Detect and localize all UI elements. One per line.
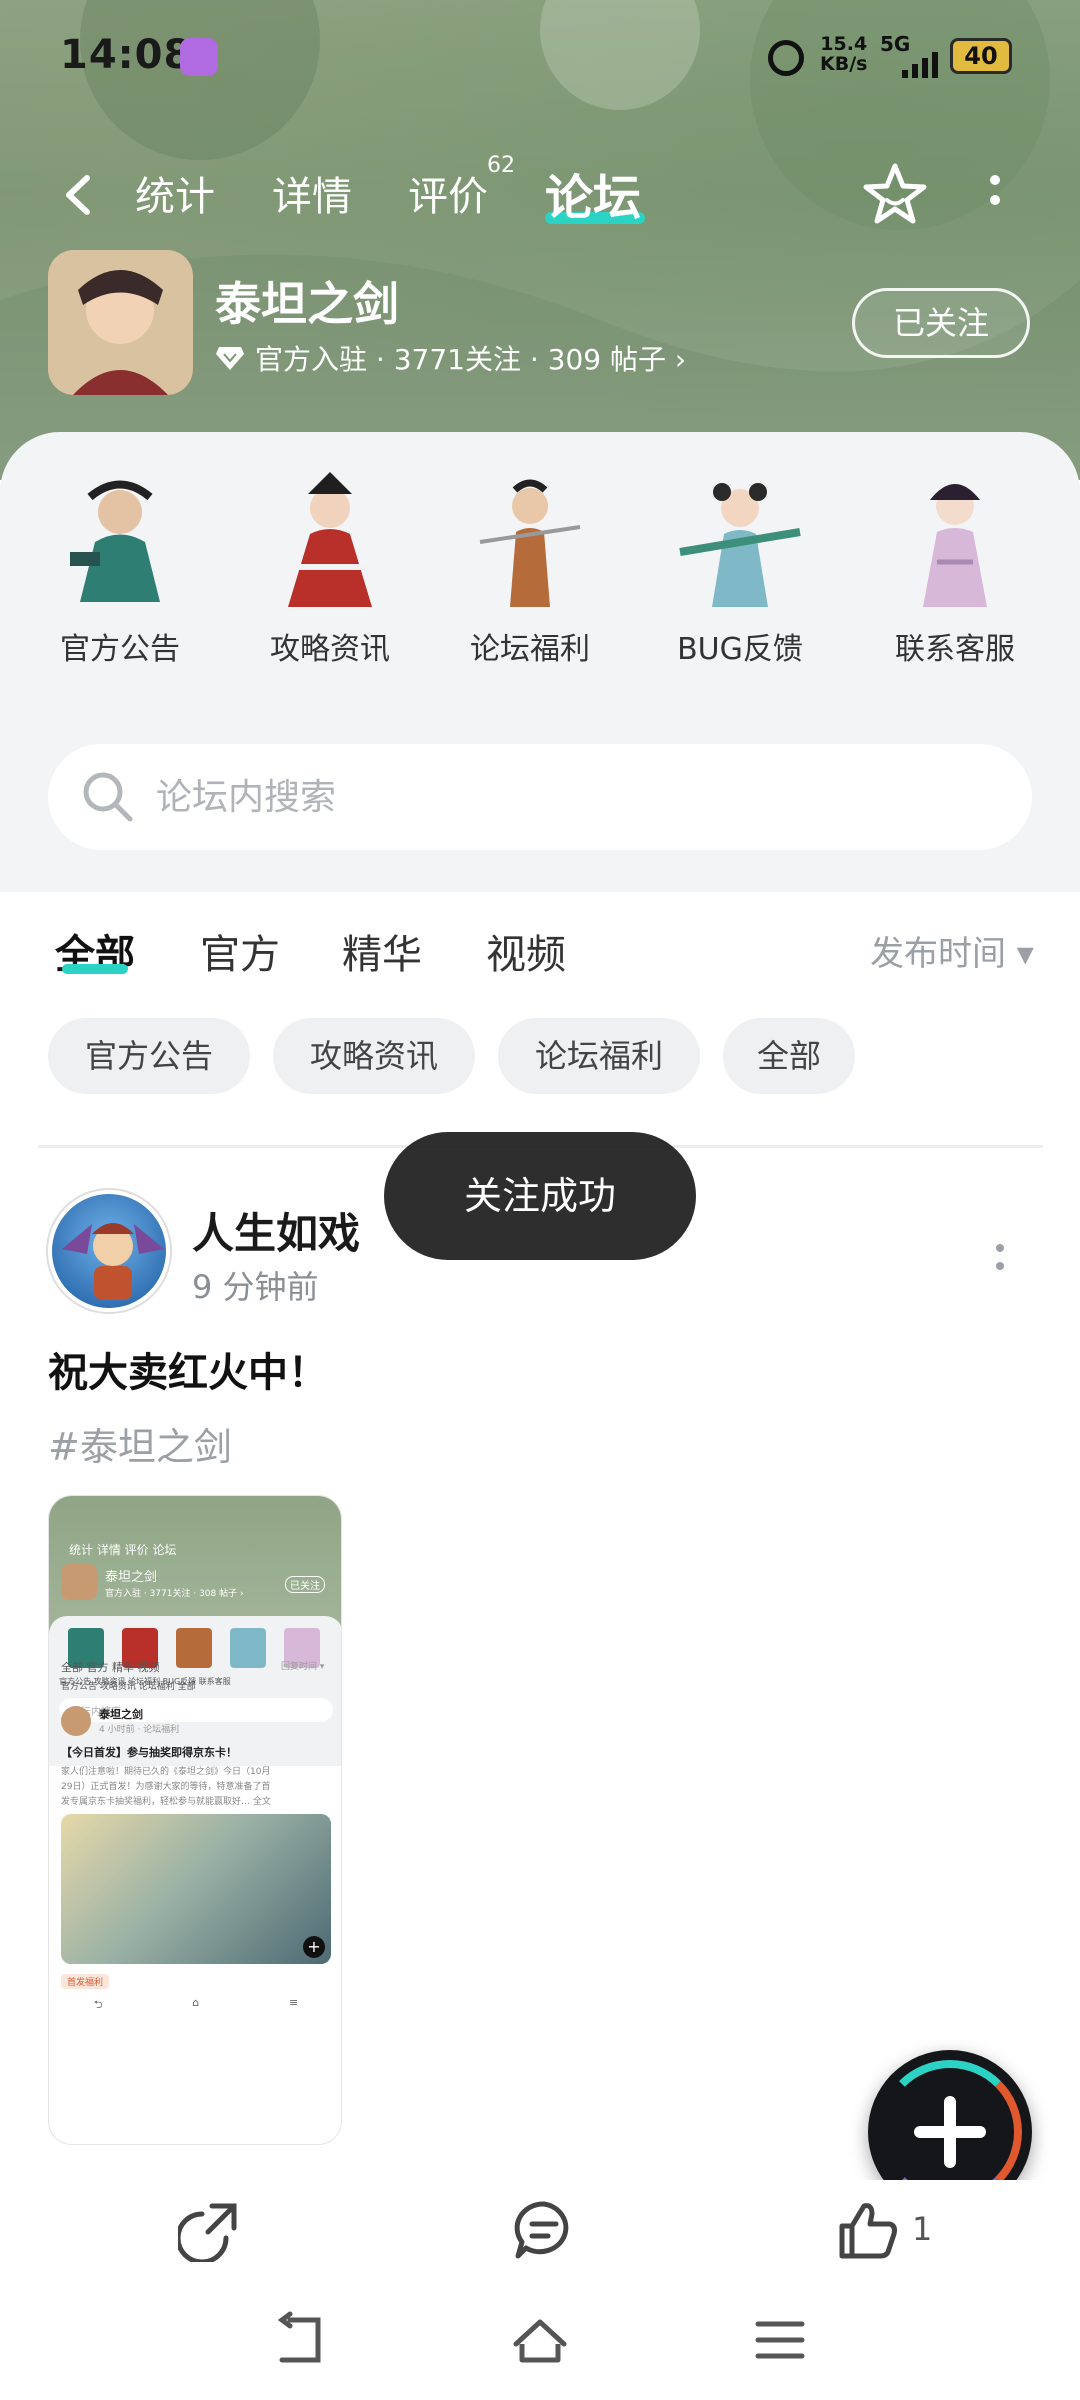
chip-announcements[interactable]: 官方公告: [48, 1018, 250, 1094]
filter-active-indicator: [62, 964, 128, 974]
sort-dropdown[interactable]: 发布时间 ▾: [870, 926, 1034, 975]
post-author[interactable]: 人生如戏: [192, 1200, 360, 1261]
like-icon[interactable]: [836, 2198, 900, 2262]
top-nav: 统计 详情 评价 62 论坛: [0, 150, 1080, 240]
status-bar: 14:08 15.4 KB/s 5G 40: [0, 0, 1080, 110]
toast-notification: 关注成功: [384, 1132, 696, 1260]
tab-details[interactable]: 详情: [272, 164, 352, 222]
game-meta[interactable]: 官方入驻 · 3771关注 · 309 帖子 ›: [215, 338, 686, 378]
signal-icon: [902, 52, 938, 78]
search-input[interactable]: [156, 768, 976, 826]
system-back-icon[interactable]: [270, 2310, 330, 2370]
system-home-icon[interactable]: [510, 2310, 570, 2370]
forum-post[interactable]: 人生如戏 9 分钟前 祝大卖红火中！ #泰坦之剑 统计 详情 评价 论坛 泰坦之…: [0, 1160, 1080, 2160]
category-announcements[interactable]: 官方公告: [30, 462, 210, 692]
avatar[interactable]: [48, 1190, 170, 1312]
forum-panel: 官方公告 攻略资讯 论坛福利 BUG反馈 联系客服 论坛内搜索: [0, 432, 1080, 892]
game-title: 泰坦之剑: [215, 277, 399, 331]
back-icon[interactable]: [55, 170, 105, 220]
character-art-icon: [923, 484, 987, 607]
category-guides[interactable]: 攻略资讯: [240, 462, 420, 692]
post-title[interactable]: 祝大卖红火中！: [48, 1340, 328, 1398]
game-banner: 14:08 15.4 KB/s 5G 40 统计 详情 评价 62 论坛 泰坦之…: [0, 0, 1080, 480]
character-art-icon: [479, 479, 581, 607]
post-action-bar: 1: [0, 2180, 1080, 2280]
filter-tab-official[interactable]: 官方: [200, 922, 280, 980]
post-more-icon[interactable]: [990, 1238, 1010, 1278]
search-icon: [83, 772, 133, 822]
chip-all[interactable]: 全部: [723, 1018, 855, 1094]
post-image-thumbnail[interactable]: 统计 详情 评价 论坛 泰坦之剑 官方入驻 · 3771关注 · 308 帖子 …: [48, 1495, 342, 2145]
character-art-icon: [679, 483, 801, 607]
filter-tab-video[interactable]: 视频: [486, 922, 566, 980]
reviews-count-badge: 62: [487, 153, 515, 178]
character-art-icon: [70, 480, 160, 602]
network-speed: 15.4 KB/s: [820, 33, 868, 75]
character-art-icon: [288, 472, 372, 607]
official-diamond-icon: [216, 347, 244, 370]
category-welfare[interactable]: 论坛福利: [440, 462, 620, 692]
like-count: 1: [912, 2210, 933, 2248]
category-bug-report[interactable]: BUG反馈: [650, 462, 830, 692]
forum-search-bar[interactable]: [48, 744, 1032, 850]
post-time: 9 分钟前: [192, 1268, 319, 1306]
post-topic-tag[interactable]: #泰坦之剑: [48, 1416, 232, 1471]
category-contact-service[interactable]: 联系客服: [865, 462, 1045, 692]
filter-section: 全部 官方 精华 视频 发布时间 ▾ 官方公告 攻略资讯 论坛福利 全部: [0, 892, 1080, 1142]
tab-forum[interactable]: 论坛: [545, 158, 641, 228]
system-nav-bar: [0, 2280, 1080, 2400]
tab-reviews[interactable]: 评价: [408, 164, 488, 222]
follow-button[interactable]: 已关注: [852, 288, 1030, 358]
favorite-star-icon[interactable]: [860, 160, 930, 230]
share-icon[interactable]: [178, 2198, 242, 2262]
filter-tab-featured[interactable]: 精华: [342, 922, 422, 980]
alarm-icon: [768, 40, 804, 76]
more-options-icon[interactable]: [980, 170, 1010, 220]
game-icon[interactable]: [48, 250, 193, 395]
game-info: 泰坦之剑 官方入驻 · 3771关注 · 309 帖子 › 已关注: [0, 250, 1080, 400]
battery-icon: 40: [950, 38, 1012, 74]
tab-stats[interactable]: 统计: [135, 164, 215, 222]
chip-guides[interactable]: 攻略资讯: [273, 1018, 475, 1094]
system-menu-icon[interactable]: [750, 2310, 810, 2370]
category-row: 官方公告 攻略资讯 论坛福利 BUG反馈 联系客服: [0, 462, 1080, 692]
comment-icon[interactable]: [512, 2198, 576, 2262]
chip-welfare[interactable]: 论坛福利: [498, 1018, 700, 1094]
status-time: 14:08: [60, 32, 193, 78]
app-notification-icon: [180, 38, 218, 76]
